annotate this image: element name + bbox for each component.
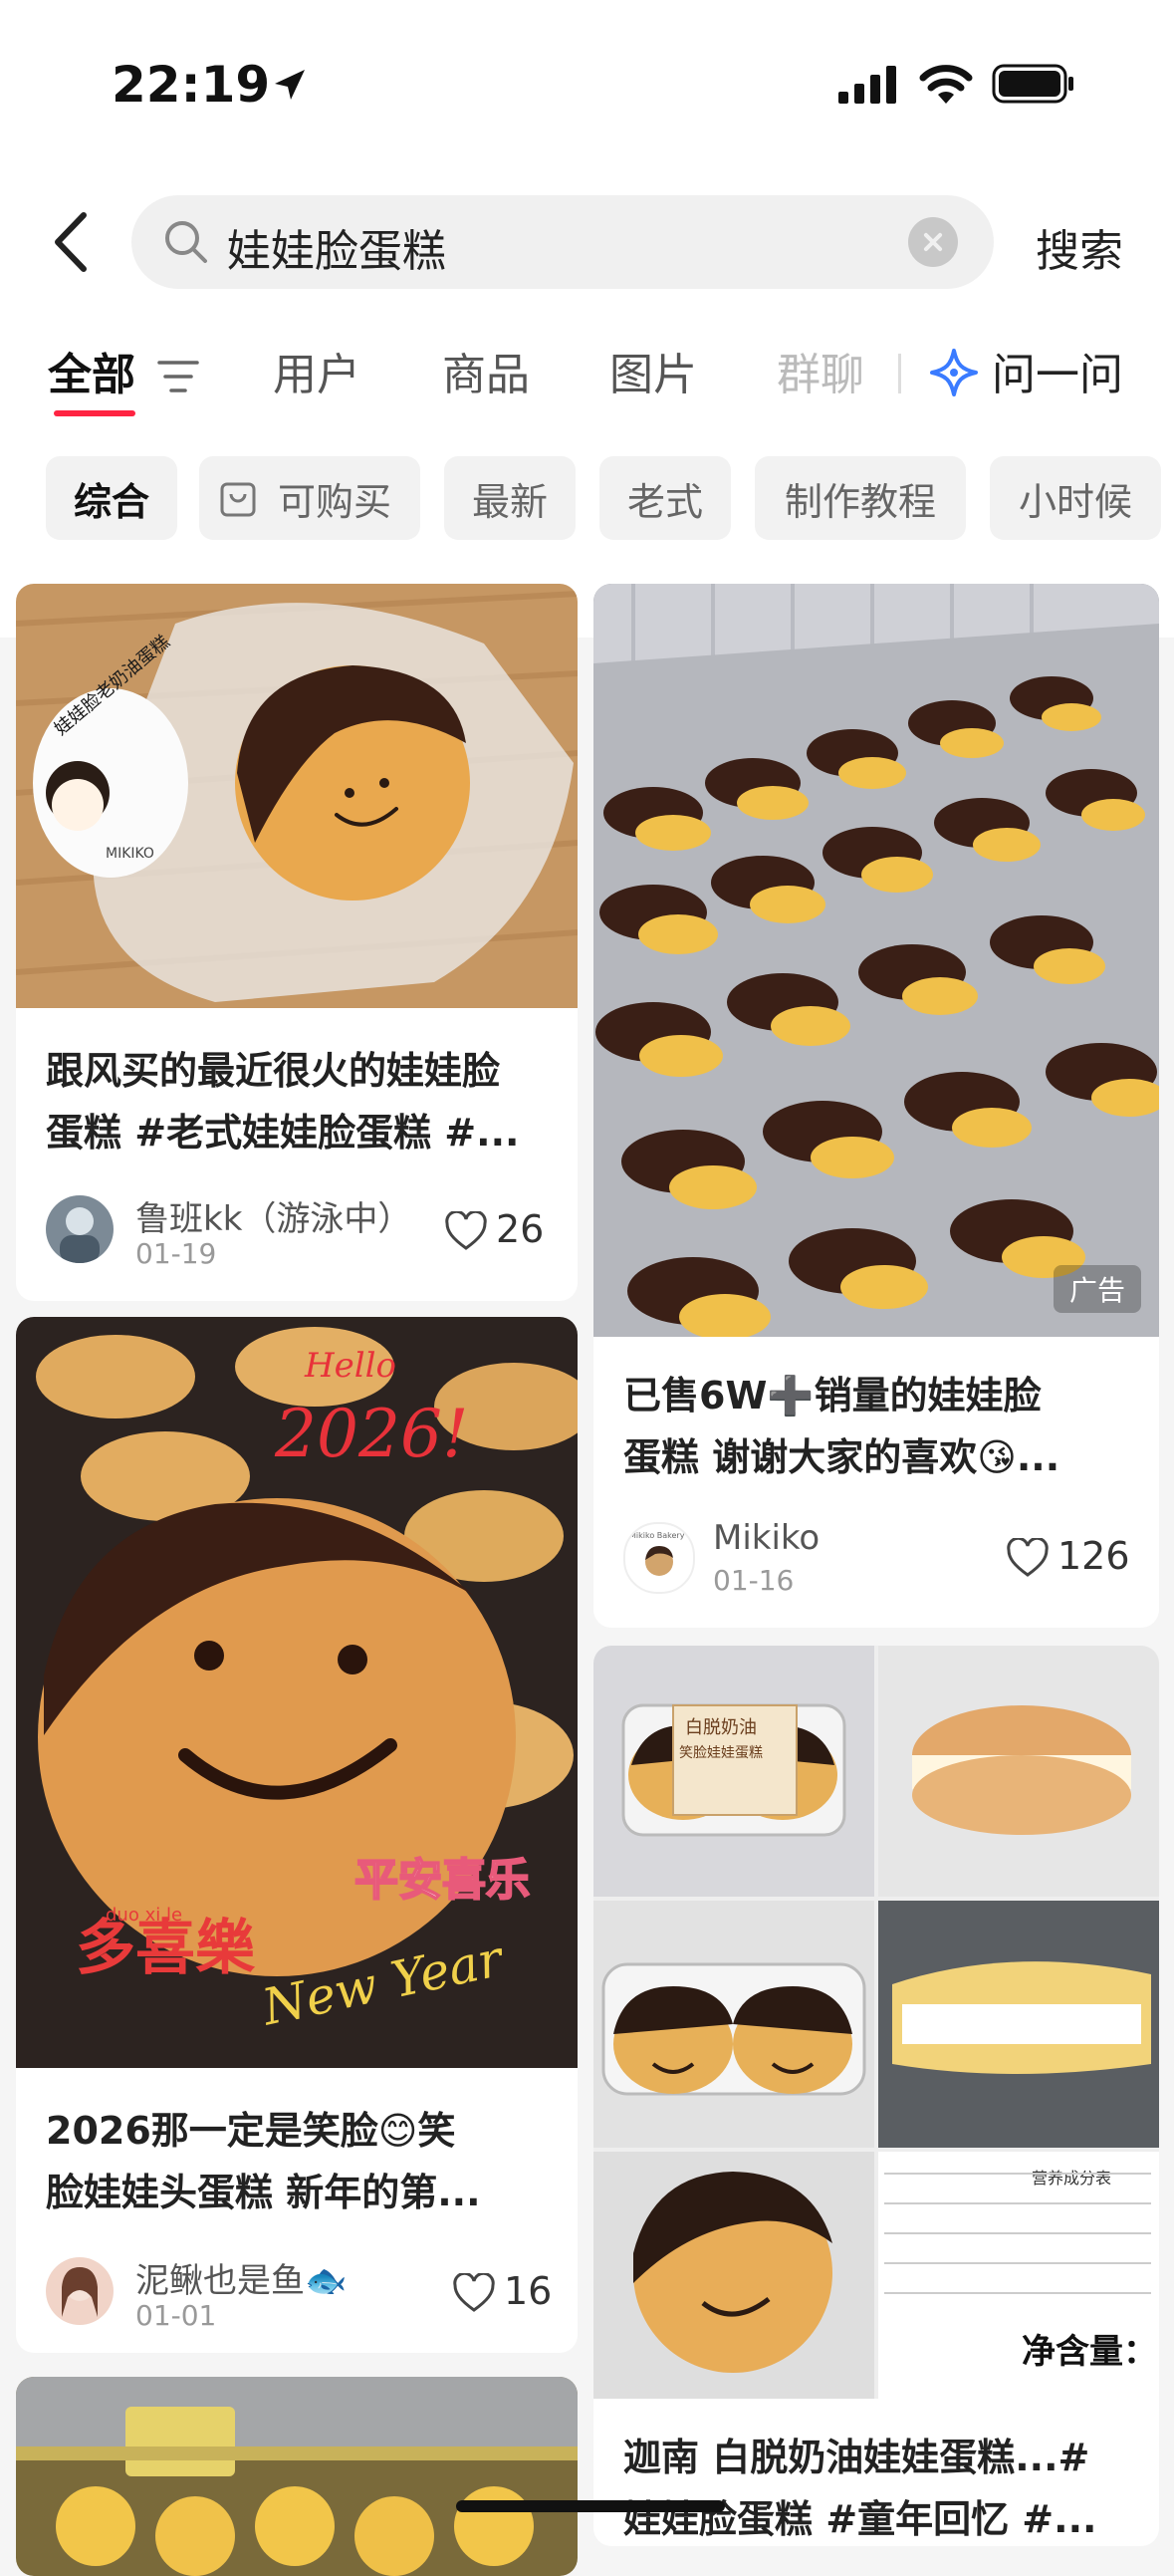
like-count: 16 (504, 2269, 553, 2313)
chip-old-style[interactable]: 老式 (599, 456, 731, 540)
chip-latest[interactable]: 最新 (444, 456, 576, 540)
card-title-line: 跟风买的最近很火的娃娃脸 (46, 1049, 501, 1093)
note-card[interactable] (16, 2377, 578, 2576)
note-card[interactable]: 娃娃脸老奶油蛋糕 MIKIKO 跟风买的最近很火的娃娃脸 蛋糕 #老式娃娃脸蛋糕… (16, 584, 578, 1301)
card-title: 已售6W➕销量的娃娃脸 蛋糕 谢谢大家的喜欢😘... (623, 1365, 1141, 1488)
package-label-bottom: 笑脸娃娃蛋糕 (679, 1745, 763, 1761)
card-image: Hello 2026! 平安喜乐 多喜樂 duo xi le New Year (16, 1317, 578, 2068)
like-count: 26 (496, 1207, 545, 1251)
tab-users[interactable]: 用户 (273, 339, 360, 402)
avatar[interactable] (46, 2257, 114, 2325)
cellular-signal-icon (838, 66, 896, 104)
card-title-line: 迦南 白脱奶油娃娃蛋糕...# (623, 2436, 1090, 2479)
card-title: 跟风买的最近很火的娃娃脸 蛋糕 #老式娃娃脸蛋糕 #... (46, 1040, 564, 1163)
post-date: 01-16 (713, 1564, 795, 1597)
overlay-blessing-text: 平安喜乐 (354, 1855, 530, 1906)
filter-chips: 综合 可购买 最新 老式 制作教程 小时候 (0, 456, 1174, 544)
tab-images[interactable]: 图片 (609, 339, 697, 402)
overlay-hello-text: Hello (304, 1346, 396, 1386)
heart-icon[interactable] (452, 2273, 496, 2313)
clear-search-icon[interactable] (908, 217, 958, 267)
status-bar: 22:19 (0, 0, 1174, 149)
author-name[interactable]: 泥鳅也是鱼🐟 (135, 2253, 347, 2302)
card-title-line: 蛋糕 谢谢大家的喜欢😘... (623, 1435, 1060, 1479)
card-image (16, 2377, 578, 2576)
note-card[interactable]: Hello 2026! 平安喜乐 多喜樂 duo xi le New Year … (16, 1317, 578, 2353)
tab-divider (898, 354, 901, 393)
net-weight-text: 净含量：120g (1022, 2332, 1159, 2372)
back-chevron-icon[interactable] (46, 207, 98, 277)
card-title-line: 已售6W➕销量的娃娃脸 (623, 1374, 1042, 1417)
note-card[interactable]: 白脱奶油 笑脸娃娃蛋糕 营养成分表 净含量：120g 迦南 白脱奶油娃娃蛋糕..… (593, 1646, 1159, 2546)
battery-icon (992, 64, 1073, 104)
chip-childhood[interactable]: 小时候 (990, 456, 1161, 540)
overlay-year-text: 2026! (274, 1396, 469, 1472)
location-arrow-icon (275, 70, 305, 100)
avatar[interactable]: Mikiko Bakery (623, 1522, 695, 1594)
cup-brand-text: MIKIKO (106, 846, 154, 862)
card-title-line: 2026那一定是笑脸😊笑 (46, 2109, 456, 2153)
package-label-top: 白脱奶油 (685, 1717, 757, 1738)
card-title-line: 娃娃脸蛋糕 #童年回忆 #... (623, 2497, 1097, 2541)
ask-sparkle-icon[interactable] (928, 347, 980, 398)
search-icon (165, 221, 207, 263)
chip-comprehensive[interactable]: 综合 (46, 456, 177, 540)
nutrition-table-title: 营养成分表 (1032, 2169, 1111, 2188)
wifi-icon (919, 65, 973, 104)
post-date: 01-01 (135, 2299, 217, 2332)
tab-ask[interactable]: 问一问 (992, 339, 1123, 402)
search-bar[interactable]: 娃娃脸蛋糕 (131, 195, 994, 289)
tab-all[interactable]: 全部 (48, 339, 135, 402)
filter-icon[interactable] (157, 359, 199, 394)
tab-group-chats[interactable]: 群聊 (777, 339, 864, 402)
chip-purchasable[interactable]: 可购买 (199, 456, 420, 540)
chip-purchasable-label: 可购买 (277, 479, 391, 524)
post-date: 01-19 (135, 1237, 217, 1270)
like-count: 126 (1057, 1534, 1130, 1578)
search-input[interactable]: 娃娃脸蛋糕 (227, 215, 446, 279)
author-name[interactable]: Mikiko (713, 1518, 820, 1558)
ad-badge: 广告 (1054, 1265, 1142, 1313)
chip-tutorial[interactable]: 制作教程 (755, 456, 966, 540)
shopping-bag-icon (220, 482, 256, 517)
author-name[interactable]: 鲁班kk（游泳中） (135, 1191, 411, 1240)
avatar[interactable] (46, 1195, 114, 1263)
card-title-line: 蛋糕 #老式娃娃脸蛋糕 #... (46, 1111, 520, 1155)
card-image (593, 584, 1159, 1337)
overlay-pinyin-text: duo xi le (106, 1905, 182, 1926)
status-time: 22:19 (112, 56, 271, 114)
heart-icon[interactable] (444, 1211, 488, 1251)
search-button[interactable]: 搜索 (1036, 215, 1123, 279)
card-image: 娃娃脸老奶油蛋糕 MIKIKO (16, 584, 578, 1008)
avatar-brand-text: Mikiko Bakery (629, 1531, 685, 1540)
heart-icon[interactable] (1006, 1538, 1050, 1578)
card-image: 白脱奶油 笑脸娃娃蛋糕 营养成分表 净含量：120g (593, 1646, 1159, 2399)
active-tab-indicator (54, 410, 135, 416)
home-indicator[interactable] (456, 2500, 725, 2512)
card-title-line: 脸娃娃头蛋糕 新年的第... (46, 2171, 481, 2214)
note-card[interactable]: 广告 已售6W➕销量的娃娃脸 蛋糕 谢谢大家的喜欢😘... Mikiko Bak… (593, 584, 1159, 1628)
card-title: 迦南 白脱奶油娃娃蛋糕...# 娃娃脸蛋糕 #童年回忆 #... (623, 2427, 1141, 2546)
tab-products[interactable]: 商品 (442, 339, 530, 402)
card-title: 2026那一定是笑脸😊笑 脸娃娃头蛋糕 新年的第... (46, 2100, 564, 2223)
